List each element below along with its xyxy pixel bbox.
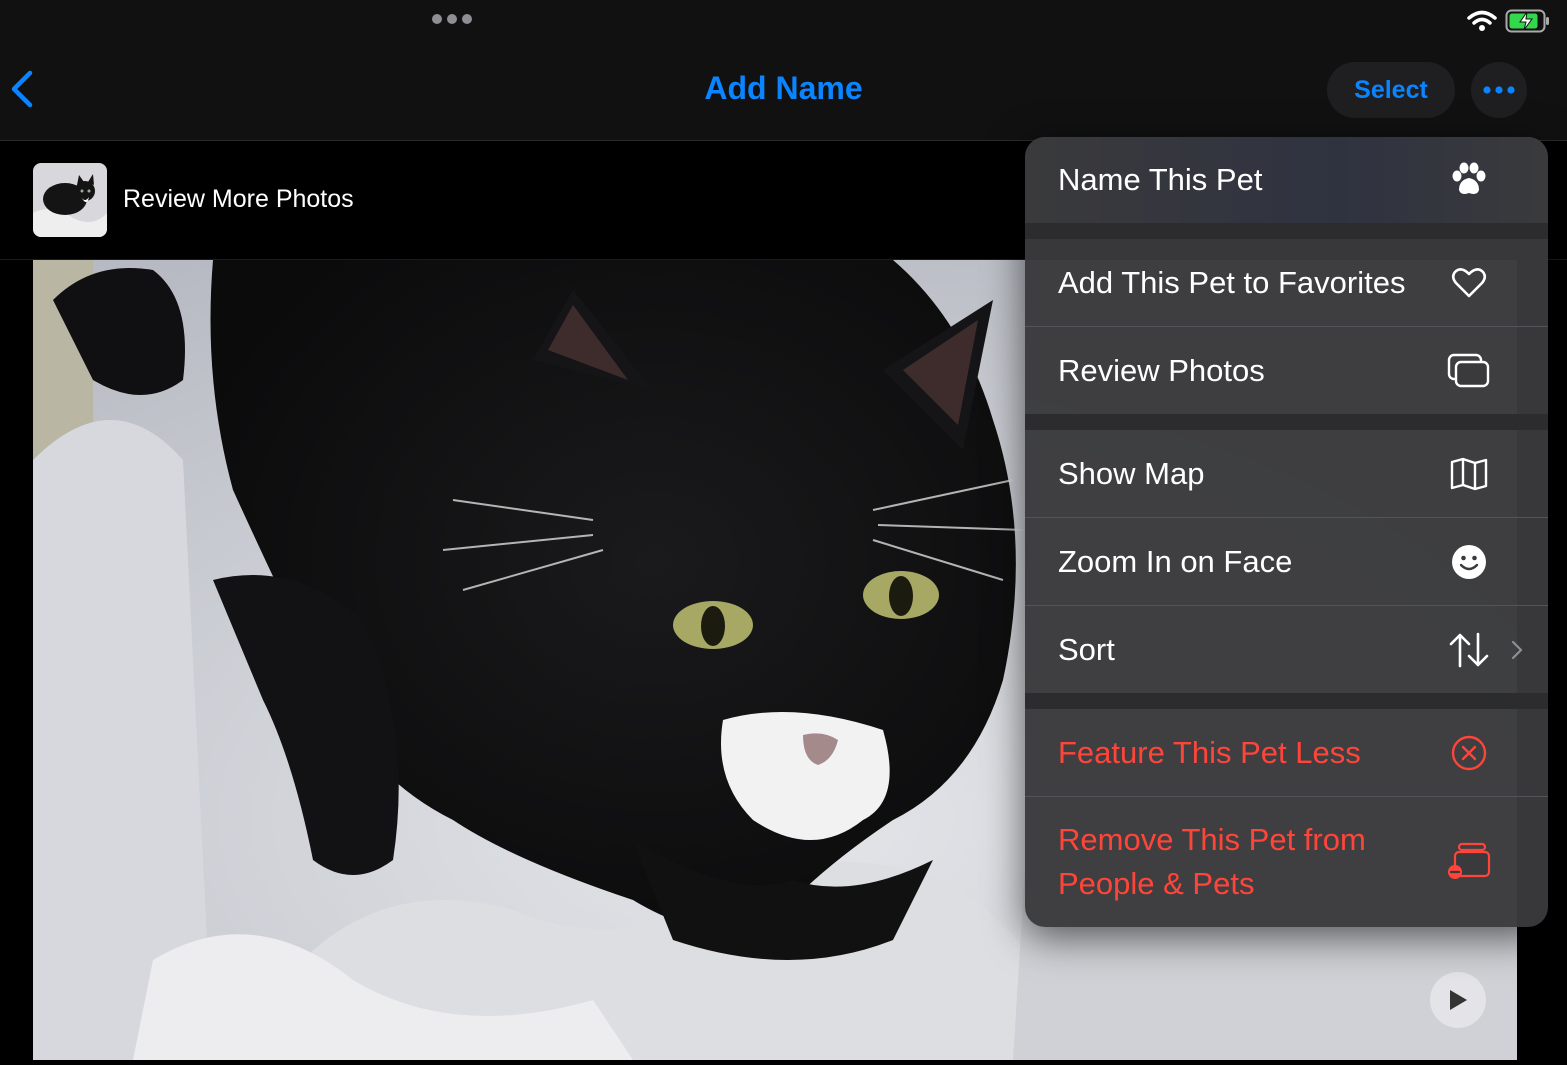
menu-item-label: Feature This Pet Less: [1058, 734, 1361, 770]
select-button[interactable]: Select: [1327, 62, 1455, 118]
menu-item-show-map[interactable]: Show Map: [1025, 430, 1548, 517]
menu-item-label: Show Map: [1058, 455, 1205, 491]
more-button[interactable]: [1471, 62, 1527, 118]
menu-item-label: Remove This Pet from People & Pets: [1058, 822, 1366, 901]
menu-item-sort[interactable]: Sort: [1025, 606, 1548, 693]
menu-item-remove-pet[interactable]: Remove This Pet from People & Pets: [1025, 797, 1548, 927]
menu-item-label: Add This Pet to Favorites: [1058, 265, 1406, 300]
menu-item-name-this-pet[interactable]: Name This Pet: [1025, 137, 1548, 223]
menu-item-label: Name This Pet: [1058, 162, 1263, 197]
photos-stack-icon: [1445, 347, 1493, 395]
play-button[interactable]: [1430, 972, 1486, 1028]
heart-icon: [1445, 259, 1493, 307]
menu-item-label: Zoom In on Face: [1058, 543, 1293, 579]
context-menu: Name This Pet Add This Pet to Favorites …: [1025, 137, 1548, 927]
smiley-face-icon: [1445, 538, 1493, 586]
review-more-photos-label: Review More Photos: [123, 185, 354, 213]
menu-item-feature-less[interactable]: Feature This Pet Less: [1025, 709, 1548, 796]
pet-thumbnail: [33, 163, 107, 237]
sort-arrows-icon: [1445, 626, 1493, 674]
multitasking-dots-icon[interactable]: [432, 14, 472, 24]
map-icon: [1445, 450, 1493, 498]
status-bar: [0, 0, 1567, 40]
battery-charging-icon: [1505, 9, 1549, 33]
chevron-right-icon: [1509, 638, 1525, 662]
navigation-bar: Add Name Select: [0, 40, 1567, 141]
play-icon: [1450, 990, 1467, 1010]
menu-item-zoom-in-on-face[interactable]: Zoom In on Face: [1025, 518, 1548, 605]
wifi-icon: [1467, 10, 1497, 31]
x-circle-icon: [1445, 729, 1493, 777]
remove-person-icon: [1445, 838, 1493, 886]
ellipsis-icon: [1483, 86, 1515, 94]
chevron-left-icon: [11, 70, 33, 108]
menu-item-label: Sort: [1058, 631, 1115, 667]
menu-item-label: Review Photos: [1058, 352, 1265, 388]
back-button[interactable]: [8, 67, 38, 111]
menu-item-add-to-favorites[interactable]: Add This Pet to Favorites: [1025, 239, 1548, 327]
paw-icon: [1445, 156, 1493, 204]
menu-item-review-photos[interactable]: Review Photos: [1025, 327, 1548, 414]
